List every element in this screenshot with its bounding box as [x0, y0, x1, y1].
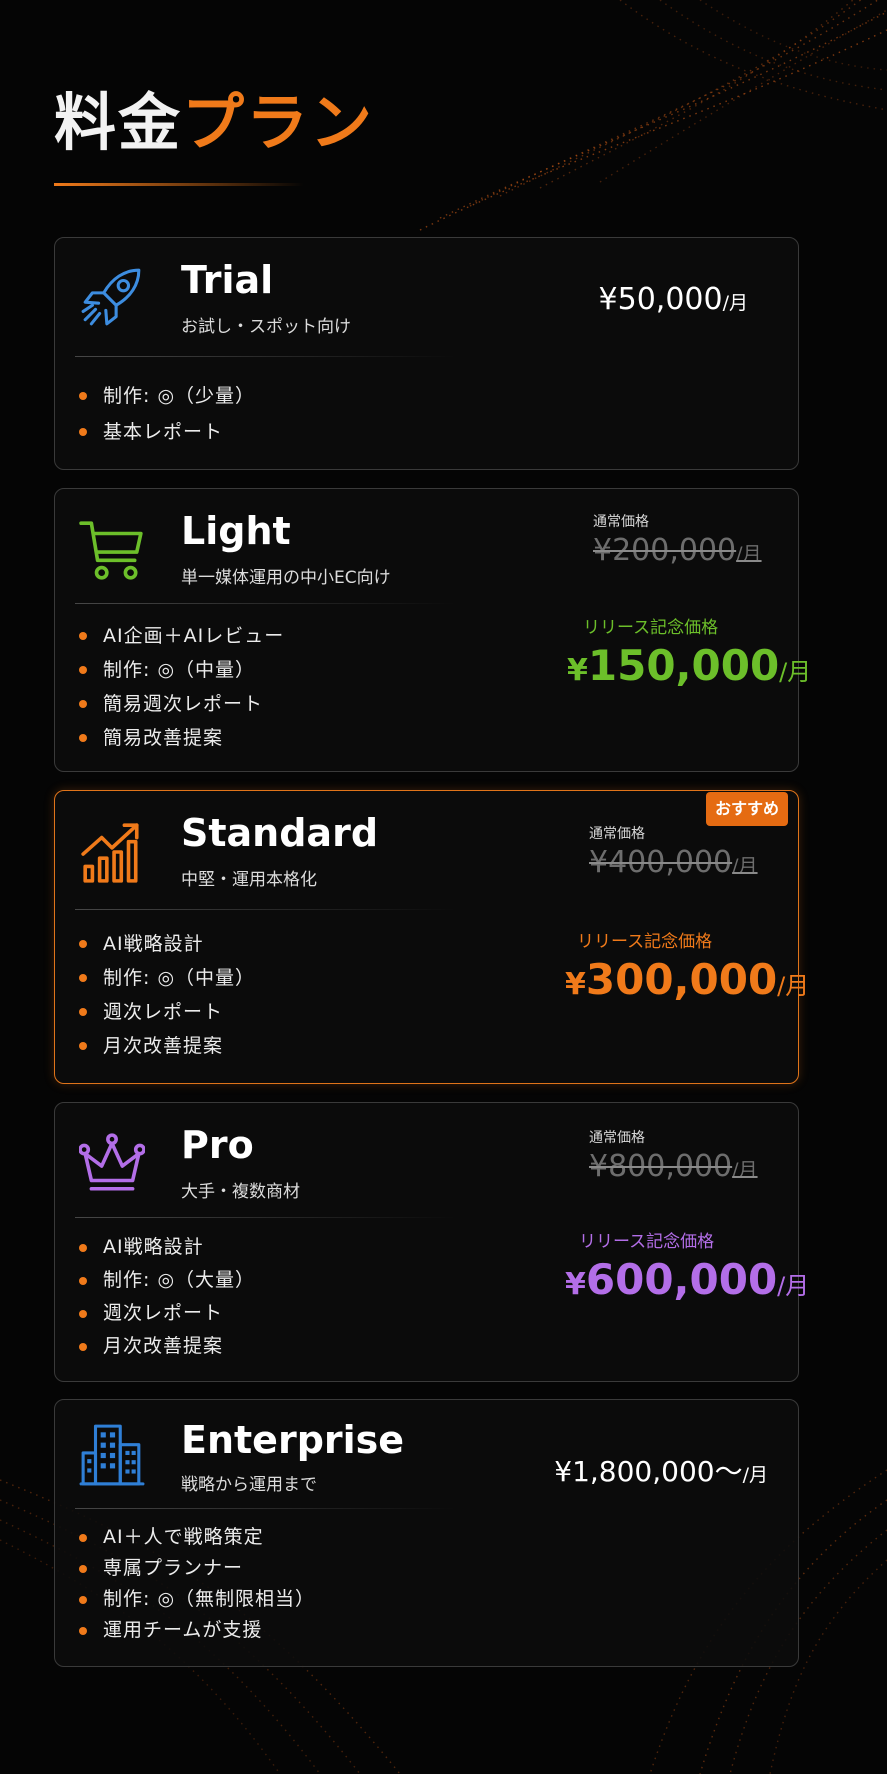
regular-price-amount: ¥200,000	[593, 533, 737, 568]
feature-item: 運用チームが支援	[79, 1615, 315, 1646]
plan-card-standard[interactable]: おすすめ Standard 中堅・運用本格化 通常価格 ¥400,000/月 リ…	[54, 790, 809, 1084]
feature-list: AI＋人で戦略策定 専属プランナー 制作: ◎（無制限相当） 運用チームが支援	[79, 1522, 315, 1646]
feature-list: AI企画＋AIレビュー 制作: ◎（中量） 簡易週次レポート 簡易改善提案	[79, 619, 284, 755]
divider	[75, 1217, 455, 1218]
divider	[75, 1508, 455, 1509]
divider	[75, 356, 455, 357]
plan-subtitle: 戦略から運用まで	[181, 1475, 317, 1495]
title-underline	[54, 183, 304, 186]
regular-price: ¥400,000/月	[589, 845, 758, 880]
plan-subtitle: お試し・スポット向け	[181, 317, 351, 337]
price-amount: ¥50,000	[598, 282, 723, 317]
regular-price: ¥200,000/月	[593, 533, 762, 568]
plan-name: Enterprise	[181, 1418, 405, 1462]
divider	[75, 909, 455, 910]
regular-price-unit: /月	[732, 855, 758, 877]
feature-item: 週次レポート	[79, 995, 255, 1029]
promo-price-currency: ¥	[567, 653, 588, 688]
plan-price: ¥1,800,000～/月	[554, 1450, 768, 1490]
plan-name: Trial	[181, 258, 274, 302]
feature-item: 月次改善提案	[79, 1029, 255, 1063]
feature-item: 制作: ◎（無制限相当）	[79, 1584, 315, 1615]
regular-price-label: 通常価格	[593, 514, 649, 530]
price-unit: /月	[742, 1464, 768, 1486]
feature-item: AI企画＋AIレビュー	[79, 619, 284, 653]
feature-item: AI＋人で戦略策定	[79, 1522, 315, 1553]
plan-subtitle: 単一媒体運用の中小EC向け	[181, 568, 391, 588]
regular-price: ¥800,000/月	[589, 1149, 758, 1184]
plan-card-enterprise[interactable]: Enterprise 戦略から運用まで ¥1,800,000～/月 AI＋人で戦…	[54, 1399, 799, 1667]
regular-price-label: 通常価格	[589, 1130, 645, 1146]
promo-price-amount: 600,000	[585, 1255, 778, 1304]
feature-item: 制作: ◎（中量）	[79, 961, 255, 995]
growth-chart-icon	[81, 823, 139, 883]
promo-price-amount: 150,000	[587, 641, 780, 690]
shopping-cart-icon	[79, 521, 143, 580]
promo-price-label: リリース記念価格	[583, 618, 719, 638]
crown-icon	[79, 1133, 145, 1191]
plan-name: Pro	[181, 1123, 254, 1167]
feature-item: 制作: ◎（中量）	[79, 653, 284, 687]
promo-price-currency: ¥	[565, 1267, 586, 1302]
promo-price-label: リリース記念価格	[577, 932, 713, 952]
plan-card-light[interactable]: Light 単一媒体運用の中小EC向け 通常価格 ¥200,000/月 リリース…	[54, 488, 811, 772]
recommended-badge: おすすめ	[706, 792, 788, 826]
feature-item: AI戦略設計	[79, 1231, 255, 1264]
plan-subtitle: 中堅・運用本格化	[181, 870, 317, 890]
price-unit: /月	[722, 292, 748, 314]
promo-price: ¥600,000/月	[565, 1255, 809, 1304]
page-title-main: 料金	[54, 86, 183, 159]
page-title: 料金プラン	[54, 92, 374, 154]
rocket-icon	[81, 268, 141, 326]
office-building-icon	[79, 1424, 145, 1486]
plan-card-pro[interactable]: Pro 大手・複数商材 通常価格 ¥800,000/月 リリース記念価格 ¥60…	[54, 1102, 809, 1382]
feature-item: 週次レポート	[79, 1297, 255, 1330]
plan-name: Standard	[181, 811, 379, 855]
promo-price: ¥300,000/月	[565, 955, 809, 1004]
feature-item: 制作: ◎（少量）	[79, 378, 255, 414]
regular-price-amount: ¥800,000	[589, 1149, 733, 1184]
promo-price: ¥150,000/月	[567, 641, 811, 690]
plan-subtitle: 大手・複数商材	[181, 1182, 300, 1202]
feature-list: AI戦略設計 制作: ◎（大量） 週次レポート 月次改善提案	[79, 1231, 255, 1363]
feature-list: 制作: ◎（少量） 基本レポート	[79, 378, 255, 450]
promo-price-unit: /月	[779, 658, 812, 686]
feature-list: AI戦略設計 制作: ◎（中量） 週次レポート 月次改善提案	[79, 927, 255, 1063]
promo-price-unit: /月	[777, 1272, 810, 1300]
regular-price-unit: /月	[732, 1159, 758, 1181]
feature-item: 簡易週次レポート	[79, 687, 284, 721]
feature-item: 基本レポート	[79, 414, 255, 450]
promo-price-amount: 300,000	[585, 955, 778, 1004]
plan-name: Light	[181, 509, 291, 553]
plan-card-trial[interactable]: Trial お試し・スポット向け ¥50,000/月 制作: ◎（少量） 基本レ…	[54, 237, 799, 470]
feature-item: 制作: ◎（大量）	[79, 1264, 255, 1297]
promo-price-currency: ¥	[565, 967, 586, 1002]
feature-item: 簡易改善提案	[79, 721, 284, 755]
feature-item: 専属プランナー	[79, 1553, 315, 1584]
page-title-accent: プラン	[182, 86, 375, 159]
promo-price-unit: /月	[777, 972, 810, 1000]
regular-price-label: 通常価格	[589, 826, 645, 842]
feature-item: AI戦略設計	[79, 927, 255, 961]
regular-price-amount: ¥400,000	[589, 845, 733, 880]
divider	[75, 603, 455, 604]
regular-price-unit: /月	[736, 543, 762, 565]
plan-price: ¥50,000/月	[599, 282, 748, 317]
promo-price-label: リリース記念価格	[579, 1232, 715, 1252]
feature-item: 月次改善提案	[79, 1330, 255, 1363]
price-amount: ¥1,800,000～	[554, 1455, 743, 1488]
